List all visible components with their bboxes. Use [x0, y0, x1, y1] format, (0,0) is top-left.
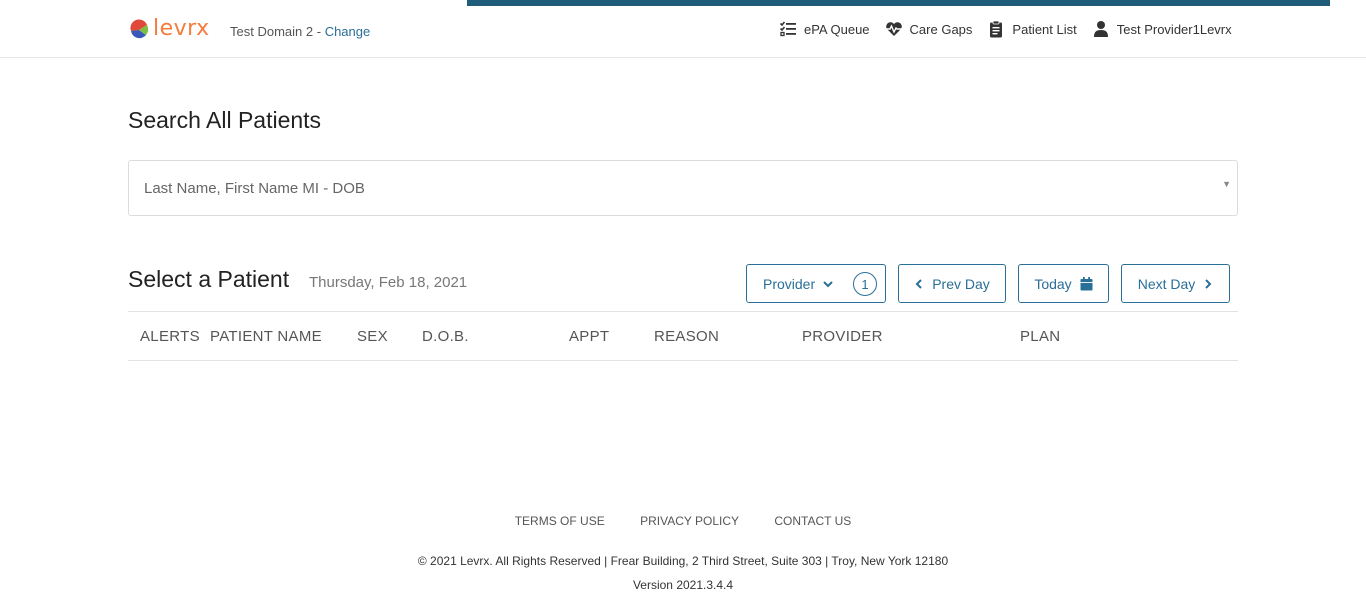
chevron-right-icon	[1203, 278, 1213, 290]
nav-care-gaps[interactable]: Care Gaps	[885, 20, 973, 38]
user-icon	[1092, 20, 1110, 38]
next-day-button[interactable]: Next Day	[1121, 264, 1230, 303]
nav-user-label: Test Provider1Levrx	[1116, 21, 1232, 37]
version-text: Version 2021.3.4.4	[632, 578, 734, 592]
column-header-alerts[interactable]: ALERTS	[140, 328, 200, 345]
nav-care-gaps-label: Care Gaps	[909, 21, 973, 37]
clipboard-icon	[987, 20, 1005, 38]
schedule-date: Thursday, Feb 18, 2021	[309, 274, 468, 291]
search-title: Search All Patients	[128, 107, 322, 133]
patient-search-box[interactable]: ▼	[128, 160, 1238, 216]
checklist-icon	[779, 20, 797, 38]
nav-patient-list-label: Patient List	[1012, 21, 1077, 37]
heartbeat-icon	[885, 20, 903, 38]
today-label: Today	[1034, 275, 1072, 292]
footer-links: TERMS OF USE PRIVACY POLICY CONTACT US	[0, 514, 1366, 528]
patient-search-input[interactable]	[144, 175, 1194, 201]
levrx-logo[interactable]: levrx	[129, 17, 210, 41]
patient-table-header: ALERTS PATIENT NAME SEX D.O.B. APPT REAS…	[128, 311, 1238, 361]
column-header-provider[interactable]: PROVIDER	[802, 328, 883, 345]
top-nav: ePA Queue Care Gaps Patient List Test Pr…	[779, 18, 1232, 40]
logo-text: levrx	[153, 16, 210, 41]
select-patient-title: Select a Patient	[128, 266, 290, 292]
calendar-icon	[1080, 276, 1093, 291]
contact-us-link[interactable]: CONTACT US	[774, 514, 851, 528]
nav-epa-queue-label: ePA Queue	[804, 21, 870, 37]
domain-separator: -	[316, 24, 322, 39]
levrx-logo-mark-icon	[129, 18, 150, 40]
column-header-dob[interactable]: D.O.B.	[422, 328, 469, 345]
nav-epa-queue[interactable]: ePA Queue	[779, 20, 870, 38]
next-day-label: Next Day	[1137, 275, 1196, 292]
prev-day-button[interactable]: Prev Day	[898, 264, 1006, 303]
domain-info: Test Domain 2 - Change	[230, 24, 370, 39]
change-domain-link[interactable]: Change	[325, 24, 371, 39]
column-header-patient-name[interactable]: PATIENT NAME	[210, 328, 322, 345]
chevron-left-icon	[914, 278, 924, 290]
today-button[interactable]: Today	[1018, 264, 1109, 303]
column-header-appt[interactable]: APPT	[569, 328, 609, 345]
prev-day-label: Prev Day	[932, 275, 990, 292]
copyright-text: © 2021 Levrx. All Rights Reserved | Frea…	[417, 554, 949, 568]
column-header-sex[interactable]: SEX	[357, 328, 388, 345]
domain-name: Test Domain 2	[230, 24, 314, 39]
nav-patient-list[interactable]: Patient List	[987, 20, 1077, 38]
chevron-down-icon	[822, 278, 834, 290]
column-header-plan[interactable]: PLAN	[1020, 328, 1060, 345]
provider-button-label: Provider	[763, 275, 816, 292]
provider-count-badge: 1	[853, 272, 877, 296]
nav-user-menu[interactable]: Test Provider1Levrx	[1092, 20, 1232, 38]
privacy-policy-link[interactable]: PRIVACY POLICY	[640, 514, 739, 528]
app-header: levrx Test Domain 2 - Change ePA Queue C…	[0, 0, 1366, 58]
provider-filter-button[interactable]: Provider 1	[746, 264, 886, 303]
dropdown-caret-icon[interactable]: ▼	[1222, 179, 1231, 189]
terms-of-use-link[interactable]: TERMS OF USE	[515, 514, 605, 528]
column-header-reason[interactable]: REASON	[654, 328, 719, 345]
